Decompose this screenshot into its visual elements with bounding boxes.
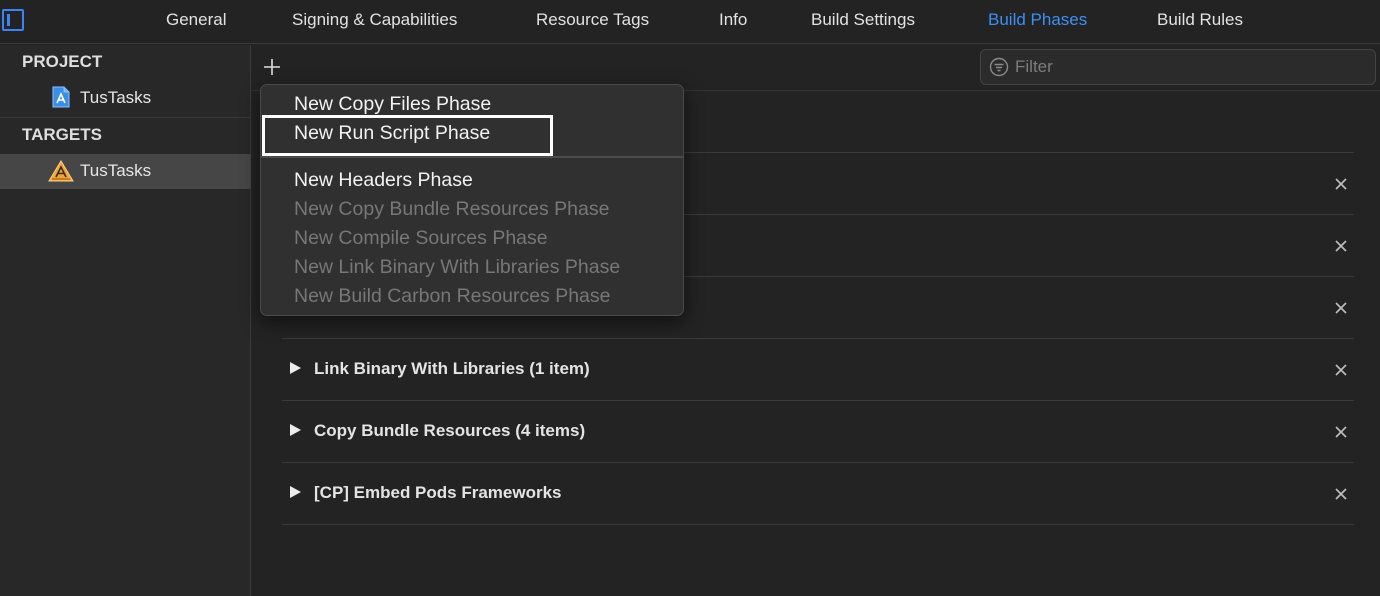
- sidebar-toggle-icon[interactable]: [2, 9, 24, 31]
- remove-phase-icon[interactable]: [1334, 177, 1348, 191]
- menu-item-new-build-carbon-resources-phase: New Build Carbon Resources Phase: [294, 285, 611, 307]
- menu-item-new-headers-phase[interactable]: New Headers Phase: [294, 169, 473, 192]
- tab-build-phases[interactable]: Build Phases: [988, 10, 1087, 30]
- menu-separator: [261, 156, 683, 158]
- menu-item-new-copy-bundle-resources-phase: New Copy Bundle Resources Phase: [294, 198, 610, 220]
- editor-tab-bar: General Signing & Capabilities Resource …: [0, 0, 1380, 44]
- target-name-label: TusTasks: [80, 161, 152, 180]
- sidebar-divider: [0, 117, 251, 118]
- tab-info[interactable]: Info: [719, 10, 747, 30]
- menu-item-new-link-binary-phase: New Link Binary With Libraries Phase: [294, 256, 621, 278]
- phase-row-link-binary[interactable]: Link Binary With Libraries (1 item): [282, 339, 1354, 401]
- menu-item-new-copy-files-phase[interactable]: New Copy Files Phase: [294, 93, 491, 116]
- filter-field[interactable]: [980, 49, 1376, 85]
- remove-phase-icon[interactable]: [1334, 239, 1348, 253]
- disclosure-triangle-icon[interactable]: [290, 486, 301, 498]
- add-phase-menu: New Copy Files Phase New Run Script Phas…: [260, 84, 684, 316]
- remove-phase-icon[interactable]: [1334, 301, 1348, 315]
- sidebar-item-project[interactable]: TusTasks: [0, 81, 251, 116]
- add-build-phase-icon[interactable]: [261, 56, 283, 78]
- phase-title[interactable]: Copy Bundle Resources (4 items): [314, 421, 585, 441]
- phase-row-embed-pods-frameworks[interactable]: [CP] Embed Pods Frameworks: [282, 463, 1354, 525]
- tab-build-rules[interactable]: Build Rules: [1157, 10, 1243, 30]
- phase-title[interactable]: [CP] Embed Pods Frameworks: [314, 483, 562, 503]
- app-target-icon: [48, 160, 74, 182]
- menu-item-new-run-script-phase[interactable]: New Run Script Phase: [294, 122, 490, 145]
- project-target-sidebar: PROJECT TusTasks TARGETS TusTasks: [0, 45, 251, 596]
- phase-title[interactable]: Link Binary With Libraries (1 item): [314, 359, 590, 379]
- filter-icon: [989, 57, 1009, 77]
- project-section-header: PROJECT: [22, 52, 103, 71]
- remove-phase-icon[interactable]: [1334, 425, 1348, 439]
- targets-section-header: TARGETS: [22, 125, 102, 144]
- xcode-target-editor: General Signing & Capabilities Resource …: [0, 0, 1380, 596]
- sidebar-item-target[interactable]: TusTasks: [0, 154, 251, 189]
- xcode-project-icon: [52, 86, 70, 108]
- tab-signing-capabilities[interactable]: Signing & Capabilities: [292, 10, 457, 30]
- remove-phase-icon[interactable]: [1334, 363, 1348, 377]
- remove-phase-icon[interactable]: [1334, 487, 1348, 501]
- filter-input[interactable]: [1015, 56, 1355, 78]
- disclosure-triangle-icon[interactable]: [290, 362, 301, 374]
- menu-item-new-compile-sources-phase: New Compile Sources Phase: [294, 227, 548, 249]
- phase-row-copy-bundle-resources[interactable]: Copy Bundle Resources (4 items): [282, 401, 1354, 463]
- disclosure-triangle-icon[interactable]: [290, 424, 301, 436]
- tab-build-settings[interactable]: Build Settings: [811, 10, 915, 30]
- tab-general[interactable]: General: [166, 10, 226, 30]
- tab-resource-tags[interactable]: Resource Tags: [536, 10, 649, 30]
- project-name-label: TusTasks: [80, 88, 152, 107]
